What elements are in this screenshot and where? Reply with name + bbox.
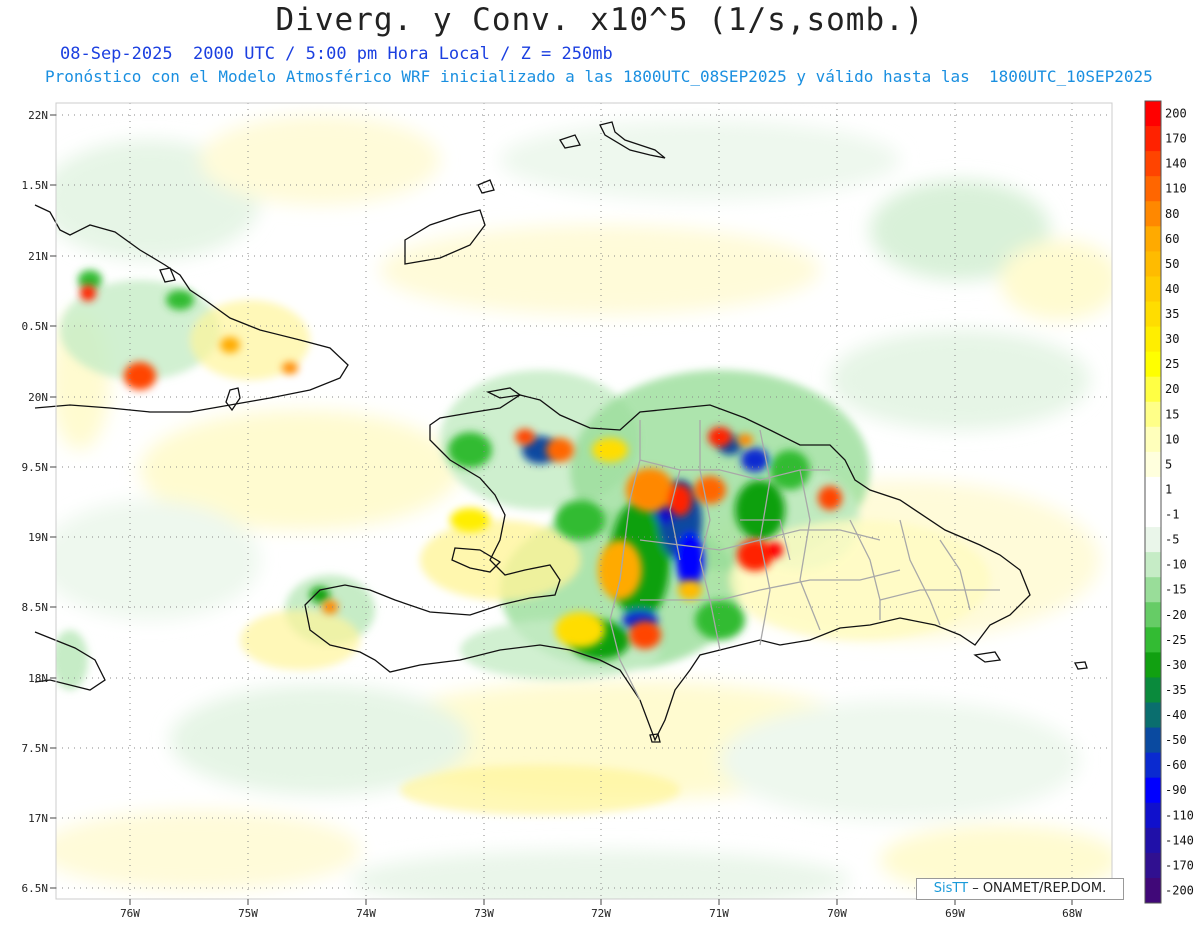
colorbar-swatch xyxy=(1145,451,1161,478)
colorbar-label: 1 xyxy=(1165,482,1172,496)
lon-label: 72W xyxy=(591,907,611,920)
colorbar-swatch xyxy=(1145,677,1161,703)
colorbar-label: 10 xyxy=(1165,432,1179,446)
lat-label: 0.5N xyxy=(22,320,49,333)
latitude-labels: 22N 1.5N 21N 0.5N 20N 9.5N 19N 8.5N 18N 7.5N 17N 6.… xyxy=(22,109,56,895)
colorbar-swatch xyxy=(1145,376,1161,403)
colorbar-label: 25 xyxy=(1165,357,1179,371)
colorbar-label: 80 xyxy=(1165,207,1179,221)
colorbar-swatch xyxy=(1145,802,1161,829)
colorbar-label: -10 xyxy=(1165,558,1187,572)
colorbar-label: -140 xyxy=(1165,833,1194,847)
colorbar-swatch xyxy=(1145,226,1161,252)
colorbar-swatch xyxy=(1145,752,1161,779)
colorbar-label: -110 xyxy=(1165,808,1194,822)
colorbar-label: -1 xyxy=(1165,508,1179,522)
colorbar-swatch xyxy=(1145,727,1161,754)
colorbar-swatch xyxy=(1145,401,1161,428)
lat-label: 6.5N xyxy=(22,882,49,895)
colorbar-swatch xyxy=(1145,126,1161,152)
colorbar-swatch xyxy=(1145,527,1161,553)
lon-label: 74W xyxy=(356,907,376,920)
colorbar-label: -30 xyxy=(1165,658,1187,672)
lat-label: 1.5N xyxy=(22,179,49,192)
colorbar-label: -40 xyxy=(1165,708,1187,722)
sistt-logo-text: SisTT xyxy=(933,881,969,896)
colorbar-label: 20 xyxy=(1165,382,1179,396)
colorbar-swatch xyxy=(1145,176,1161,202)
lat-label: 20N xyxy=(28,391,48,404)
lat-label: 19N xyxy=(28,531,48,544)
colorbar-label: -5 xyxy=(1165,533,1179,547)
colorbar-label: 200 xyxy=(1165,107,1187,121)
colorbar-label: -20 xyxy=(1165,608,1187,622)
longitude-labels: 76W 75W 74W 73W 72W 71W 70W 69W 68W xyxy=(120,899,1082,920)
lon-label: 73W xyxy=(474,907,494,920)
colorbar-swatch xyxy=(1145,351,1161,378)
colorbar-label: 30 xyxy=(1165,332,1179,346)
colorbar-label: 140 xyxy=(1165,157,1187,171)
colorbar-swatch xyxy=(1145,251,1161,277)
colorbar-label: 60 xyxy=(1165,232,1179,246)
colorbar-swatch xyxy=(1145,426,1161,453)
colorbar-swatch xyxy=(1145,276,1161,302)
colorbar-label: -90 xyxy=(1165,783,1187,797)
lon-label: 76W xyxy=(120,907,140,920)
colorbar-label: 170 xyxy=(1165,132,1187,146)
colorbar-swatch xyxy=(1145,652,1161,678)
colorbar-swatch xyxy=(1145,151,1161,177)
lat-label: 18N xyxy=(28,672,48,685)
divergence-map: 22N 1.5N 21N 0.5N 20N 9.5N 19N 8.5N 18N 7.5N 17N 6.… xyxy=(22,100,1194,920)
colorbar-swatch xyxy=(1145,552,1161,578)
lat-label: 9.5N xyxy=(22,461,49,474)
colorbar-swatch xyxy=(1145,702,1161,729)
lat-label: 21N xyxy=(28,250,48,263)
colorbar-swatch xyxy=(1145,301,1161,328)
colorbar-label: -200 xyxy=(1165,883,1194,897)
credit-box: SisTT – ONAMET/REP.DOM. xyxy=(916,878,1124,900)
lon-label: 69W xyxy=(945,907,965,920)
colorbar-label: 35 xyxy=(1165,307,1179,321)
colorbar-label: 50 xyxy=(1165,257,1179,271)
colorbar-swatch xyxy=(1145,502,1161,528)
colorbar-swatch xyxy=(1145,627,1161,653)
lat-label: 7.5N xyxy=(22,742,49,755)
colorbar-label: 15 xyxy=(1165,407,1179,421)
colorbar-swatch xyxy=(1145,326,1161,353)
colorbar-swatch xyxy=(1145,577,1161,603)
colorbar-label: -35 xyxy=(1165,683,1187,697)
colorbar-label: 110 xyxy=(1165,182,1187,196)
colorbar: 200 170 140 110 80 60 50 40 35 30 25 20 15 10 5 1 -1 -5 -1… xyxy=(1144,100,1194,904)
lat-label: 8.5N xyxy=(22,601,49,614)
credit-text: – ONAMET/REP.DOM. xyxy=(968,881,1107,896)
colorbar-swatch xyxy=(1145,476,1161,503)
colorbar-swatch xyxy=(1145,877,1161,904)
lat-label: 22N xyxy=(28,109,48,122)
colorbar-swatch xyxy=(1145,101,1161,127)
colorbar-swatch xyxy=(1145,827,1161,854)
lon-label: 70W xyxy=(827,907,847,920)
colorbar-label: 40 xyxy=(1165,282,1179,296)
colorbar-label: -170 xyxy=(1165,858,1194,872)
colorbar-swatch xyxy=(1145,777,1161,804)
lat-label: 17N xyxy=(28,812,48,825)
lon-label: 68W xyxy=(1062,907,1082,920)
colorbar-label: -50 xyxy=(1165,733,1187,747)
lon-label: 71W xyxy=(709,907,729,920)
colorbar-swatch xyxy=(1145,852,1161,879)
colorbar-label: -60 xyxy=(1165,758,1187,772)
colorbar-label: 5 xyxy=(1165,457,1172,471)
colorbar-swatch xyxy=(1145,201,1161,227)
lon-label: 75W xyxy=(238,907,258,920)
colorbar-label: -15 xyxy=(1165,583,1187,597)
colorbar-label: -25 xyxy=(1165,633,1187,647)
colorbar-swatch xyxy=(1145,602,1161,628)
